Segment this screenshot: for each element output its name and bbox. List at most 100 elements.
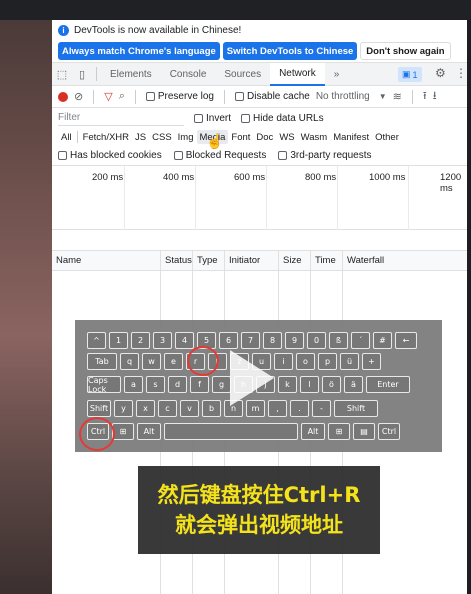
- issues-count: 1: [412, 69, 418, 80]
- keyboard-key: k: [278, 376, 297, 393]
- keyboard-key: #: [373, 332, 392, 349]
- tab-sources[interactable]: Sources: [215, 63, 270, 86]
- tab-console[interactable]: Console: [161, 63, 216, 86]
- highlight-circle-r: [187, 346, 219, 376]
- timeline-tick-label: 600 ms: [234, 172, 266, 183]
- invert-label: Invert: [206, 112, 232, 124]
- type-filter-ws[interactable]: WS: [276, 130, 297, 144]
- network-conditions-icon[interactable]: ≋: [393, 90, 402, 103]
- keyboard-key: ⊞: [112, 423, 134, 440]
- keyboard-key: f: [190, 376, 209, 393]
- keyboard-key: c: [158, 400, 177, 417]
- keyboard-key: i: [274, 353, 293, 370]
- column-name[interactable]: Name: [52, 251, 160, 270]
- hide-data-urls-checkbox[interactable]: Hide data URLs: [241, 113, 324, 124]
- checkbox-box: [278, 151, 288, 160]
- keyboard-key: e: [164, 353, 183, 370]
- invert-checkbox[interactable]: Invert: [194, 113, 231, 124]
- type-filter-other[interactable]: Other: [372, 130, 402, 144]
- filter-row: Filter Invert Hide data URLs: [52, 108, 467, 128]
- settings-gear-icon[interactable]: ⚙: [435, 66, 446, 80]
- column-type[interactable]: Type: [192, 251, 224, 270]
- overview-timeline[interactable]: 200 ms 400 ms 600 ms 800 ms 1000 ms 1200…: [52, 166, 467, 230]
- keyboard-key: .: [290, 400, 309, 417]
- keyboard-key: ´: [351, 332, 370, 349]
- match-language-button[interactable]: Always match Chrome's language: [58, 42, 220, 60]
- divider: [224, 89, 225, 104]
- keyboard-key: 1: [109, 332, 128, 349]
- column-status[interactable]: Status: [160, 251, 192, 270]
- column-size[interactable]: Size: [278, 251, 310, 270]
- search-icon[interactable]: ⌕: [119, 90, 125, 103]
- keyboard-key: v: [180, 400, 199, 417]
- device-toolbar-icon[interactable]: ▯: [72, 63, 92, 85]
- type-filter-wasm[interactable]: Wasm: [298, 130, 331, 144]
- record-icon[interactable]: [58, 91, 68, 102]
- right-edge: [467, 20, 471, 594]
- type-filter-font[interactable]: Font: [228, 130, 253, 144]
- keyboard-key: ö: [322, 376, 341, 393]
- keyboard-key: 4: [175, 332, 194, 349]
- keyboard-key: -: [312, 400, 331, 417]
- column-initiator[interactable]: Initiator: [224, 251, 278, 270]
- divider: [93, 89, 95, 104]
- keyboard-key: Shift: [334, 400, 378, 417]
- keyboard-key: 3: [153, 332, 172, 349]
- column-waterfall[interactable]: Waterfall: [342, 251, 467, 270]
- keyboard-key: ^: [87, 332, 106, 349]
- resource-type-filters: All Fetch/XHR JS CSS Img Media Font Doc …: [52, 128, 467, 146]
- tab-elements[interactable]: Elements: [101, 63, 161, 86]
- more-options-icon[interactable]: ⋮: [455, 66, 467, 80]
- requests-table-header: Name Status Type Initiator Size Time Wat…: [52, 250, 467, 271]
- keyboard-key: Alt: [301, 423, 325, 440]
- keyboard-key: o: [296, 353, 315, 370]
- type-filter-js[interactable]: JS: [132, 130, 149, 144]
- clear-icon[interactable]: ⊘: [74, 90, 83, 103]
- disable-cache-checkbox[interactable]: Disable cache: [235, 91, 310, 102]
- keyboard-key: 6: [219, 332, 238, 349]
- network-toolbar: ⊘ ▽ ⌕ Preserve log Disable cache No thro…: [52, 86, 467, 108]
- column-time[interactable]: Time: [310, 251, 342, 270]
- switch-language-button[interactable]: Switch DevTools to Chinese: [222, 42, 358, 60]
- timeline-tick-label: 400 ms: [163, 172, 195, 183]
- preserve-log-checkbox[interactable]: Preserve log: [145, 91, 214, 102]
- play-icon[interactable]: [230, 350, 274, 406]
- checkbox-box: [173, 151, 183, 160]
- timeline-tick-label: 1200 ms: [440, 172, 462, 194]
- caption-line-1: 然后键盘按住Ctrl+R: [157, 483, 361, 507]
- type-filter-img[interactable]: Img: [175, 130, 197, 144]
- inspect-element-icon[interactable]: ⬚: [52, 63, 72, 85]
- divider: [96, 67, 97, 81]
- keyboard-key: [164, 423, 298, 440]
- keyboard-key: x: [136, 400, 155, 417]
- tab-network[interactable]: Network: [270, 62, 325, 86]
- issues-badge[interactable]: ▣ 1: [398, 67, 422, 82]
- keyboard-key: Enter: [366, 376, 410, 393]
- third-party-checkbox[interactable]: 3rd-party requests: [278, 150, 371, 161]
- timeline-gridline: [124, 166, 125, 230]
- more-tabs-button[interactable]: »: [325, 63, 349, 86]
- filter-input[interactable]: Filter: [58, 110, 184, 126]
- has-blocked-cookies-checkbox[interactable]: Has blocked cookies: [58, 150, 162, 161]
- throttling-value: No throttling: [315, 91, 370, 102]
- keyboard-key: ←: [395, 332, 417, 349]
- type-filter-fetch-xhr[interactable]: Fetch/XHR: [80, 130, 132, 144]
- timeline-tick-label: 800 ms: [305, 172, 337, 183]
- type-filter-doc[interactable]: Doc: [253, 130, 276, 144]
- type-filter-all[interactable]: All: [58, 130, 75, 144]
- filter-icon[interactable]: ▽: [104, 90, 112, 103]
- import-har-icon[interactable]: ⭱: [423, 87, 427, 106]
- mouse-cursor-icon: ☝: [206, 133, 224, 149]
- divider: [411, 89, 413, 104]
- checkbox-box: [241, 113, 251, 123]
- throttling-select[interactable]: No throttling ▼: [316, 91, 387, 102]
- type-filter-manifest[interactable]: Manifest: [330, 130, 372, 144]
- type-filter-css[interactable]: CSS: [149, 130, 175, 144]
- dont-show-again-button[interactable]: Don't show again: [360, 42, 451, 60]
- timeline-gridline: [266, 166, 267, 230]
- export-har-icon[interactable]: ⭳: [433, 87, 437, 106]
- infobar-buttons: Always match Chrome's language Switch De…: [52, 40, 467, 62]
- timeline-gridline: [337, 166, 338, 230]
- keyboard-key: l: [300, 376, 319, 393]
- blocked-requests-checkbox[interactable]: Blocked Requests: [173, 150, 266, 161]
